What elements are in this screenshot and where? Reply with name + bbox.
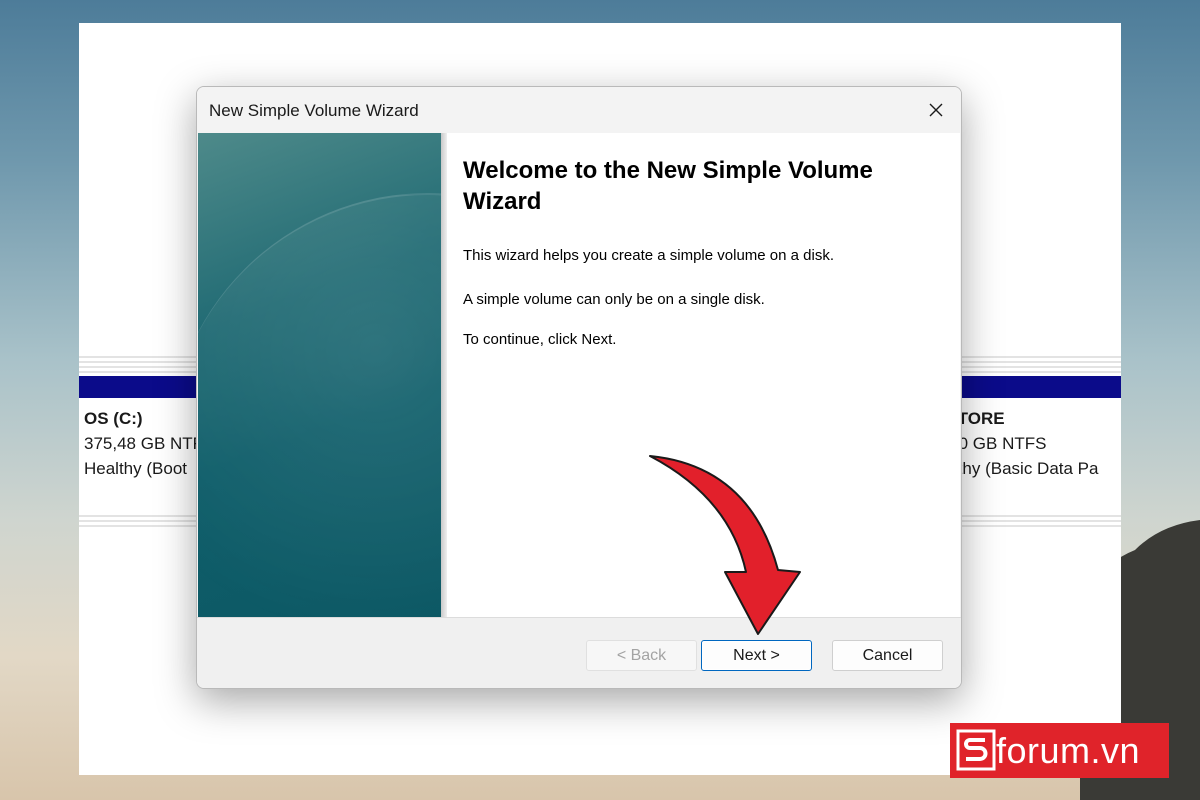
side-panel-swoosh — [198, 193, 441, 617]
volume-status: Healthy (Boot — [84, 459, 187, 478]
volume-size: 375,48 GB NTFS — [84, 434, 214, 453]
cancel-button[interactable]: Cancel — [832, 640, 943, 671]
close-icon — [929, 103, 943, 117]
volume-c[interactable]: OS (C:) 375,48 GB NTFS Healthy (Boot — [84, 406, 214, 481]
dialog-title: New Simple Volume Wizard — [209, 101, 419, 120]
intro-text: This wizard helps you create a simple vo… — [463, 247, 835, 264]
logo-text: forum.vn — [996, 730, 1141, 771]
next-button[interactable]: Next > — [701, 640, 812, 671]
volume-size: 0,00 GB NTFS — [949, 434, 1047, 453]
continue-text: To continue, click Next. — [463, 331, 617, 348]
volume-status: ealthy (Basic Data Pa — [949, 459, 1099, 478]
dialog-footer: < Back Next > Cancel — [197, 617, 961, 688]
red-arrow-icon — [649, 455, 801, 635]
welcome-heading: Welcome to the New Simple Volume Wizard — [463, 157, 873, 215]
title-bar[interactable]: New Simple Volume Wizard — [197, 87, 961, 133]
wizard-side-panel — [198, 133, 441, 617]
back-button[interactable]: < Back — [586, 640, 697, 671]
volume-bar-restore[interactable] — [949, 376, 1121, 398]
sforum-s-icon — [956, 729, 996, 771]
single-disk-text: A simple volume can only be on a single … — [463, 291, 765, 308]
sforum-logo: forum.vn — [950, 723, 1169, 778]
close-button[interactable] — [911, 87, 961, 133]
volume-bar-c[interactable] — [79, 376, 209, 398]
volume-restore[interactable]: ESTORE 0,00 GB NTFS ealthy (Basic Data P… — [949, 406, 1121, 481]
volume-name: OS (C:) — [84, 409, 143, 428]
volume-name: ESTORE — [949, 409, 1005, 428]
new-simple-volume-wizard-dialog: New Simple Volume Wizard Welcome to the … — [196, 86, 962, 689]
